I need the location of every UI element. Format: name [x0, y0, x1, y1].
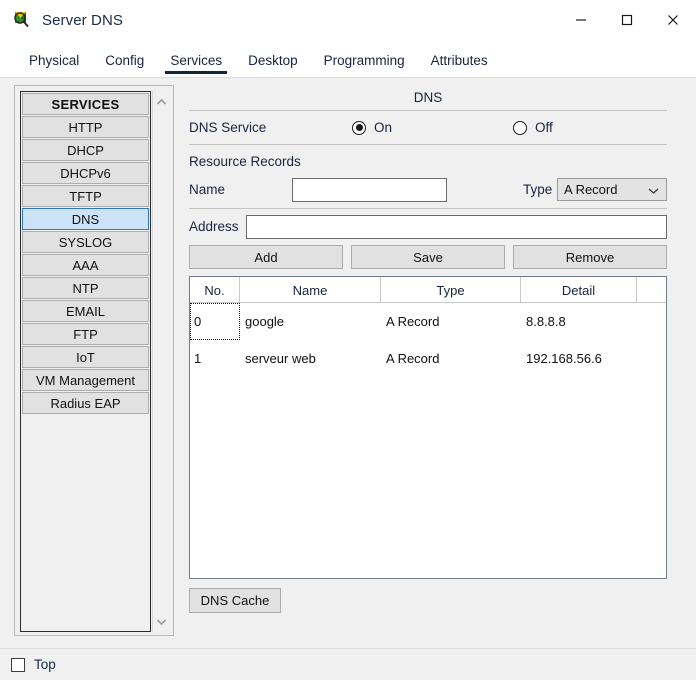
cell-spacer — [637, 303, 666, 340]
name-input[interactable] — [292, 178, 447, 202]
tab-config[interactable]: Config — [92, 53, 157, 77]
sidebar-scrollbar[interactable] — [152, 91, 169, 632]
services-list-header: SERVICES — [22, 93, 149, 115]
tab-physical[interactable]: Physical — [16, 53, 92, 77]
packet-tracer-icon — [12, 10, 32, 30]
sidebar-item-syslog[interactable]: SYSLOG — [22, 231, 149, 253]
type-select-value: A Record — [564, 182, 618, 197]
sidebar-item-dhcpv6[interactable]: DHCPv6 — [22, 162, 149, 184]
cell-spacer — [637, 340, 666, 377]
remove-button[interactable]: Remove — [513, 245, 667, 269]
cell-name: google — [245, 314, 285, 329]
table-row[interactable]: 0 google A Record 8.8.8.8 — [190, 303, 666, 340]
tab-programming[interactable]: Programming — [311, 53, 418, 77]
maximize-button[interactable] — [604, 0, 650, 40]
column-header-spacer[interactable] — [637, 277, 666, 303]
radio-on-label: On — [374, 120, 393, 135]
sidebar-item-iot[interactable]: IoT — [22, 346, 149, 368]
services-sidebar: SERVICES HTTP DHCP DHCPv6 TFTP DNS SYSLOG AAA NT… — [14, 85, 174, 636]
name-row: Name Type A Record — [189, 176, 667, 208]
page-title: DNS — [413, 90, 443, 105]
cell-type: A Record — [386, 314, 440, 329]
cell-no: 0 — [190, 303, 240, 340]
column-header-type[interactable]: Type — [381, 277, 521, 303]
column-header-detail[interactable]: Detail — [521, 277, 637, 303]
record-actions: Add Save Remove — [189, 245, 667, 269]
cell-name: serveur web — [245, 351, 316, 366]
dns-cache-button[interactable]: DNS Cache — [189, 588, 281, 613]
sidebar-item-dns[interactable]: DNS — [22, 208, 149, 230]
sidebar-item-tftp[interactable]: TFTP — [22, 185, 149, 207]
cell-detail: 192.168.56.6 — [526, 351, 602, 366]
records-table[interactable]: No. Name Type Detail 0 google A Record 8.8.8.8… — [189, 276, 667, 579]
sidebar-item-dhcp[interactable]: DHCP — [22, 139, 149, 161]
window-controls — [558, 0, 696, 40]
dns-service-label: DNS Service — [189, 120, 267, 135]
address-input[interactable] — [246, 215, 667, 239]
cell-detail: 8.8.8.8 — [526, 314, 566, 329]
cell-no: 1 — [194, 351, 202, 366]
top-checkbox[interactable] — [11, 657, 25, 672]
tab-bar: Physical Config Services Desktop Program… — [0, 40, 696, 77]
dns-service-off-radio[interactable]: Off — [513, 120, 553, 135]
add-button[interactable]: Add — [189, 245, 343, 269]
address-label: Address — [189, 219, 239, 234]
chevron-down-icon — [648, 182, 659, 197]
table-header-row: No. Name Type Detail — [190, 277, 666, 303]
cache-row: DNS Cache — [189, 588, 667, 613]
footer-bar: Top — [0, 648, 696, 680]
tab-desktop[interactable]: Desktop — [235, 53, 311, 77]
top-label: Top — [34, 657, 56, 672]
radio-off-icon — [513, 120, 527, 135]
sidebar-item-ftp[interactable]: FTP — [22, 323, 149, 345]
address-row: Address — [189, 209, 667, 243]
sidebar-item-radius-eap[interactable]: Radius EAP — [22, 392, 149, 414]
chevron-up-icon[interactable] — [153, 93, 170, 110]
type-label: Type — [523, 182, 553, 197]
close-button[interactable] — [650, 0, 696, 40]
type-select[interactable]: A Record — [557, 178, 667, 201]
column-header-no[interactable]: No. — [190, 277, 240, 303]
services-list: SERVICES HTTP DHCP DHCPv6 TFTP DNS SYSLOG AAA NT… — [20, 91, 151, 632]
sidebar-item-email[interactable]: EMAIL — [22, 300, 149, 322]
cell-type: A Record — [386, 351, 440, 366]
divider-service — [189, 144, 667, 145]
dns-service-row: DNS Service On Off — [189, 111, 667, 144]
sidebar-item-ntp[interactable]: NTP — [22, 277, 149, 299]
dns-content: DNS DNS Service On Off Resource Records … — [189, 85, 667, 636]
radio-off-label: Off — [535, 120, 553, 135]
window-title: Server DNS — [42, 11, 124, 29]
save-button[interactable]: Save — [351, 245, 505, 269]
tab-attributes[interactable]: Attributes — [418, 53, 501, 77]
radio-on-icon — [352, 120, 366, 135]
sidebar-item-http[interactable]: HTTP — [22, 116, 149, 138]
tab-services[interactable]: Services — [157, 53, 235, 77]
column-header-name[interactable]: Name — [240, 277, 381, 303]
table-row[interactable]: 1 serveur web A Record 192.168.56.6 — [190, 340, 666, 377]
resource-records-label: Resource Records — [189, 154, 301, 169]
table-body: 0 google A Record 8.8.8.8 1 serveur web A Reco… — [190, 303, 666, 377]
sidebar-item-vm-management[interactable]: VM Management — [22, 369, 149, 391]
chevron-down-icon[interactable] — [153, 613, 170, 630]
title-bar: Server DNS — [0, 0, 696, 40]
services-panel: SERVICES HTTP DHCP DHCPv6 TFTP DNS SYSLOG AAA NT… — [0, 77, 696, 648]
dns-service-on-radio[interactable]: On — [352, 120, 392, 135]
sidebar-item-aaa[interactable]: AAA — [22, 254, 149, 276]
minimize-button[interactable] — [558, 0, 604, 40]
name-label: Name — [189, 182, 226, 197]
